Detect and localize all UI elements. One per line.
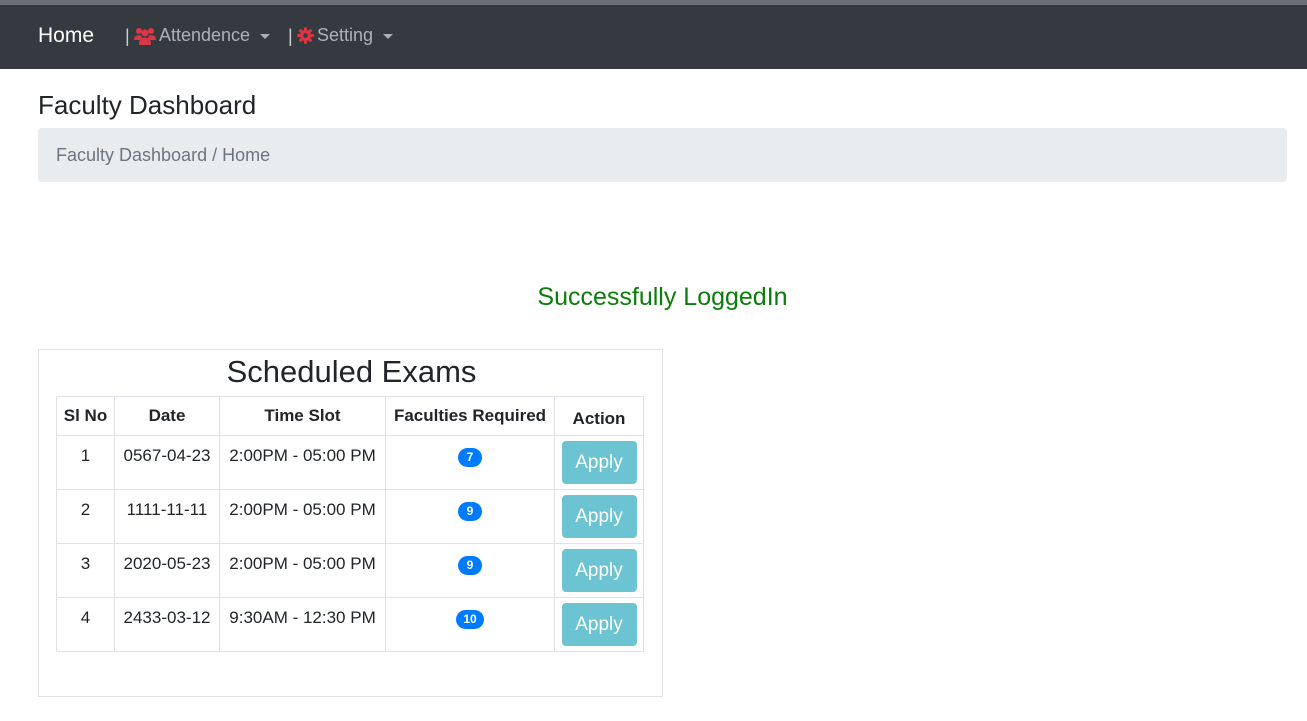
setting-dropdown[interactable]: Setting [297, 25, 394, 46]
apply-button[interactable]: Apply [561, 603, 637, 646]
scheduled-exams-card: Scheduled Exams Sl No Date Time Slot Fac… [38, 349, 663, 697]
time-slot-cell: 2:00PM - 05:00 PM [219, 435, 386, 490]
column-header-time-slot: Time Slot [219, 396, 386, 436]
date-cell: 2020-05-23 [114, 543, 220, 598]
time-slot-cell: 9:30AM - 12:30 PM [219, 597, 386, 652]
attendence-dropdown[interactable]: Attendence [134, 25, 271, 46]
apply-button[interactable]: Apply [561, 549, 637, 592]
table-header-row: Sl No Date Time Slot Faculties Required … [56, 396, 644, 436]
gear-icon [297, 27, 314, 44]
date-cell: 0567-04-23 [114, 435, 220, 490]
faculties-count-badge: 7 [458, 448, 482, 467]
faculties-required-cell: 7 [385, 435, 555, 490]
sl-no-cell: 4 [56, 597, 115, 652]
scheduled-exams-table: Sl No Date Time Slot Faculties Required … [56, 396, 644, 652]
table-row: 2 1111-11-11 2:00PM - 05:00 PM 9 Apply [56, 489, 644, 544]
sl-no-cell: 1 [56, 435, 115, 490]
action-cell: Apply [554, 489, 644, 544]
date-cell: 1111-11-11 [114, 489, 220, 544]
sl-no-cell: 2 [56, 489, 115, 544]
faculties-required-cell: 9 [385, 543, 555, 598]
chevron-down-icon [383, 33, 394, 39]
time-slot-cell: 2:00PM - 05:00 PM [219, 543, 386, 598]
faculties-count-badge: 10 [456, 610, 484, 629]
attendence-label: Attendence [159, 25, 251, 45]
faculties-required-cell: 10 [385, 597, 555, 652]
column-header-action: Action [554, 396, 644, 436]
sl-no-cell: 3 [56, 543, 115, 598]
faculties-required-cell: 9 [385, 489, 555, 544]
chevron-down-icon [260, 33, 271, 39]
brand-home-link[interactable]: Home [38, 24, 94, 48]
table-row: 4 2433-03-12 9:30AM - 12:30 PM 10 Apply [56, 597, 644, 652]
apply-button[interactable]: Apply [561, 495, 637, 538]
nav-separator: | [288, 26, 293, 46]
action-cell: Apply [554, 435, 644, 490]
action-cell: Apply [554, 543, 644, 598]
column-header-sl-no: Sl No [56, 396, 115, 436]
setting-label: Setting [317, 25, 374, 45]
login-success-message: Successfully LoggedIn [537, 283, 788, 311]
nav-separator: | [125, 26, 130, 46]
table-row: 3 2020-05-23 2:00PM - 05:00 PM 9 Apply [56, 543, 644, 598]
column-header-date: Date [114, 396, 220, 436]
breadcrumb: Faculty Dashboard / Home [38, 128, 1287, 182]
users-icon [134, 27, 156, 45]
apply-button[interactable]: Apply [561, 441, 637, 484]
faculties-count-badge: 9 [458, 502, 482, 521]
top-navbar: Home | Attendence | Setting [0, 5, 1307, 69]
scheduled-exams-title: Scheduled Exams [226, 354, 477, 389]
faculties-count-badge: 9 [458, 556, 482, 575]
column-header-faculties-required: Faculties Required [385, 396, 555, 436]
breadcrumb-text: Faculty Dashboard / Home [56, 145, 271, 165]
time-slot-cell: 2:00PM - 05:00 PM [219, 489, 386, 544]
date-cell: 2433-03-12 [114, 597, 220, 652]
page-title: Faculty Dashboard [38, 90, 257, 120]
table-row: 1 0567-04-23 2:00PM - 05:00 PM 7 Apply [56, 435, 644, 490]
action-cell: Apply [554, 597, 644, 652]
